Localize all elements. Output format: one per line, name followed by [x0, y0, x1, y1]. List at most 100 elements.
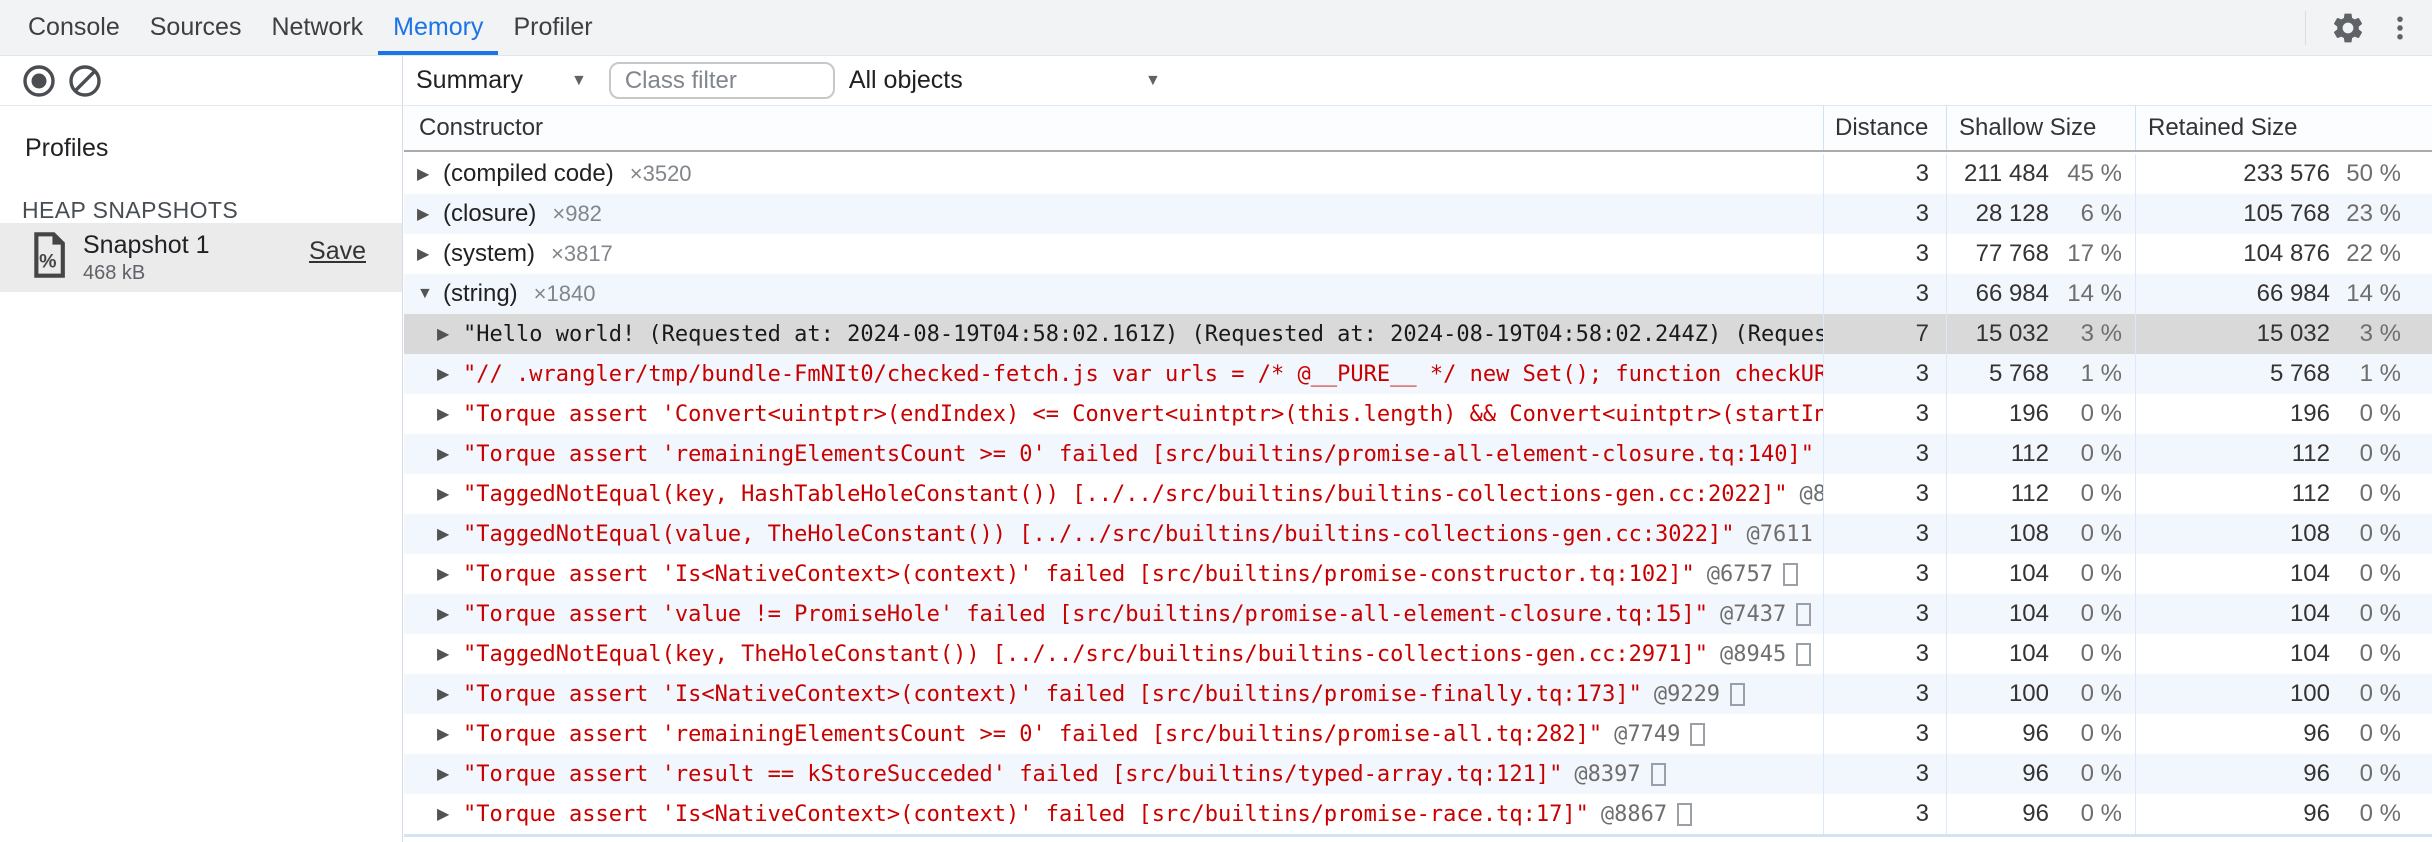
disclosure-triangle-icon[interactable]: ▼ — [417, 285, 443, 303]
object-id: @8867 — [1600, 801, 1668, 827]
disclosure-triangle-icon[interactable]: ▶ — [437, 404, 463, 424]
reveal-box-icon[interactable] — [1730, 682, 1746, 706]
column-header-constructor[interactable]: Constructor — [404, 106, 1823, 150]
table-row[interactable]: ▶ (system) ×3817 3 77 768 17 % 104 876 2… — [404, 234, 2432, 274]
retained-size-value: 112 — [2291, 480, 2330, 507]
shallow-size-percent: 0 % — [2080, 800, 2122, 827]
disclosure-triangle-icon[interactable]: ▶ — [437, 524, 463, 544]
distance-value: 3 — [1823, 394, 1946, 434]
tab-sources[interactable]: Sources — [135, 0, 257, 55]
disclosure-triangle-icon[interactable]: ▶ — [437, 604, 463, 624]
shallow-size-cell: 100 0 % — [1946, 674, 2135, 714]
distance-value: 3 — [1823, 554, 1946, 594]
tab-network[interactable]: Network — [256, 0, 378, 55]
table-row[interactable]: ▶ "TaggedNotEqual(key, TheHoleConstant()… — [404, 634, 2432, 674]
shallow-size-percent: 0 % — [2080, 720, 2122, 747]
disclosure-triangle-icon[interactable]: ▶ — [417, 204, 443, 224]
table-row[interactable]: ▶ (compiled code) ×3520 3 211 484 45 % 2… — [404, 154, 2432, 194]
disclosure-triangle-icon[interactable]: ▶ — [437, 724, 463, 744]
table-row[interactable]: ▼ (string) ×1840 3 66 984 14 % 66 984 14… — [404, 274, 2432, 314]
profiles-heading: Profiles — [25, 134, 109, 162]
disclosure-triangle-icon[interactable]: ▶ — [437, 364, 463, 384]
table-row[interactable]: ▶ "Torque assert 'Convert<uintptr>(endIn… — [404, 394, 2432, 434]
disclosure-triangle-icon[interactable]: ▶ — [437, 684, 463, 704]
column-header-distance[interactable]: Distance — [1823, 106, 1946, 150]
reveal-box-icon[interactable] — [1677, 802, 1693, 826]
shallow-size-percent: 1 % — [2080, 360, 2122, 387]
retained-size-cell: 104 0 % — [2135, 554, 2432, 594]
settings-gear-icon[interactable] — [2322, 2, 2374, 54]
tab-memory[interactable]: Memory — [378, 0, 499, 55]
objects-filter-value: All objects — [848, 66, 963, 94]
disclosure-triangle-icon[interactable]: ▶ — [437, 644, 463, 664]
distance-value: 7 — [1823, 314, 1946, 354]
retained-size-value: 100 — [2289, 680, 2330, 707]
distance-value: 3 — [1823, 714, 1946, 754]
retained-size-cell: 96 0 % — [2135, 754, 2432, 794]
class-filter-input[interactable] — [608, 62, 835, 99]
snapshot-size: 468 kB — [83, 261, 146, 284]
constructor-name: "Torque assert 'remainingElementsCount >… — [463, 441, 1815, 467]
table-row[interactable]: ▶ "Hello world! (Requested at: 2024-08-1… — [404, 314, 2432, 354]
disclosure-triangle-icon[interactable]: ▶ — [417, 164, 443, 184]
retained-size-value: 96 — [2303, 760, 2330, 787]
reveal-box-icon[interactable] — [1783, 562, 1799, 586]
shallow-size-percent: 0 % — [2080, 560, 2122, 587]
shallow-size-value: 196 — [2008, 400, 2049, 427]
table-row[interactable]: ▶ "Torque assert 'Is<NativeContext>(cont… — [404, 554, 2432, 594]
shallow-size-value: 96 — [2022, 800, 2049, 827]
profiles-toolbar — [0, 56, 402, 106]
table-row[interactable]: ▶ "Torque assert 'Is<NativeContext>(cont… — [404, 674, 2432, 714]
reveal-box-icon[interactable] — [1796, 642, 1812, 666]
more-options-kebab-icon[interactable] — [2374, 2, 2426, 54]
shallow-size-percent: 0 % — [2080, 680, 2122, 707]
retained-size-percent: 0 % — [2359, 600, 2401, 627]
distance-value: 3 — [1823, 474, 1946, 514]
column-header-retained-size[interactable]: Retained Size — [2135, 106, 2432, 150]
disclosure-triangle-icon[interactable]: ▶ — [437, 324, 463, 344]
tab-console[interactable]: Console — [13, 0, 135, 55]
table-row[interactable]: ▶ "Torque assert 'remainingElementsCount… — [404, 434, 2432, 474]
disclosure-triangle-icon[interactable]: ▶ — [437, 564, 463, 584]
reveal-box-icon[interactable] — [1650, 762, 1666, 786]
table-row[interactable]: ▶ "Torque assert 'value != PromiseHole' … — [404, 594, 2432, 634]
shallow-size-percent: 45 % — [2067, 160, 2122, 187]
disclosure-triangle-icon[interactable]: ▶ — [437, 444, 463, 464]
shallow-size-cell: 112 0 % — [1946, 434, 2135, 474]
perspective-select[interactable]: Summary ▼ — [416, 66, 587, 95]
table-row[interactable]: ▶ "TaggedNotEqual(value, TheHoleConstant… — [404, 514, 2432, 554]
retained-size-percent: 50 % — [2346, 160, 2401, 187]
disclosure-triangle-icon[interactable]: ▶ — [437, 804, 463, 824]
table-row[interactable]: ▶ "Torque assert 'remainingElementsCount… — [404, 714, 2432, 754]
tab-profiler[interactable]: Profiler — [498, 0, 607, 55]
retained-size-cell: 196 0 % — [2135, 394, 2432, 434]
shallow-size-cell: 104 0 % — [1946, 634, 2135, 674]
disclosure-triangle-icon[interactable]: ▶ — [437, 484, 463, 504]
table-row[interactable]: ▶ "Torque assert 'Is<NativeContext>(cont… — [404, 794, 2432, 834]
shallow-size-value: 108 — [2008, 520, 2049, 547]
record-heap-snapshot-icon[interactable] — [16, 58, 62, 104]
snapshot-info: Snapshot 1 468 kB — [83, 231, 210, 285]
disclosure-triangle-icon[interactable]: ▶ — [437, 764, 463, 784]
reveal-box-icon[interactable] — [1796, 602, 1812, 626]
table-row[interactable]: ▶ "Torque assert 'result == kStoreSucced… — [404, 754, 2432, 794]
constructor-cell: ▶ (closure) ×982 — [404, 194, 1823, 234]
column-header-shallow-size[interactable]: Shallow Size — [1946, 106, 2135, 150]
shallow-size-percent: 0 % — [2080, 440, 2122, 467]
table-row[interactable]: ▶ "TaggedNotEqual(key, HashTableHoleCons… — [404, 474, 2432, 514]
clear-profiles-icon[interactable] — [62, 58, 108, 104]
reveal-box-icon[interactable] — [1690, 722, 1706, 746]
retained-size-value: 104 — [2289, 600, 2330, 627]
shallow-size-value: 15 032 — [1975, 320, 2049, 347]
snapshot-save-link[interactable]: Save — [309, 237, 366, 266]
sidebar-item-snapshot-1[interactable]: % Snapshot 1 468 kB Save — [0, 223, 402, 292]
objects-filter-select[interactable]: All objects ▼ — [849, 66, 1161, 95]
retained-size-cell: 233 576 50 % — [2135, 154, 2432, 194]
table-row[interactable]: ▶ (closure) ×982 3 28 128 6 % 105 768 23… — [404, 194, 2432, 234]
retained-size-percent: 0 % — [2359, 680, 2401, 707]
perspective-value: Summary — [416, 66, 523, 94]
table-row[interactable]: ▶ "// .wrangler/tmp/bundle-FmNIt0/checke… — [404, 354, 2432, 394]
distance-value: 3 — [1823, 194, 1946, 234]
retained-size-value: 96 — [2303, 720, 2330, 747]
disclosure-triangle-icon[interactable]: ▶ — [417, 244, 443, 264]
